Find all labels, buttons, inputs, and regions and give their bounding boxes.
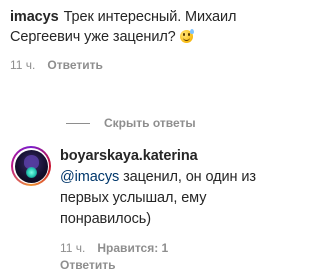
hide-replies-button[interactable]: Скрыть ответы bbox=[10, 116, 196, 130]
divider-line bbox=[66, 122, 90, 124]
reply: boyarskaya.katerina @imacys заценил, он … bbox=[11, 146, 256, 274]
comment-time: 11 ч. bbox=[10, 58, 36, 72]
comment-username[interactable]: imacys bbox=[10, 9, 59, 25]
comment-body: imacys Трек интересный. Михаил Сергеевич … bbox=[10, 7, 256, 47]
reply-time: 11 ч. bbox=[60, 241, 86, 255]
reply-meta: 11 ч. Нравится: 1 Ответить bbox=[60, 240, 256, 274]
comment: imacys Трек интересный. Михаил Сергеевич … bbox=[10, 0, 256, 72]
reply-reply-button[interactable]: Ответить bbox=[60, 258, 115, 272]
avatar-story-ring[interactable] bbox=[11, 146, 51, 186]
reply-username[interactable]: boyarskaya.katerina bbox=[60, 148, 198, 164]
reply-likes-button[interactable]: Нравится: 1 bbox=[97, 241, 168, 255]
reply-body: boyarskaya.katerina @imacys заценил, он … bbox=[60, 146, 256, 230]
reply-mention-link[interactable]: @imacys bbox=[60, 169, 119, 185]
grinning-sweat-emoji-icon bbox=[179, 29, 194, 43]
comment-reply-button[interactable]: Ответить bbox=[47, 58, 102, 72]
hide-replies-label: Скрыть ответы bbox=[104, 116, 196, 130]
avatar bbox=[14, 149, 48, 183]
comment-meta: 11 ч. Ответить bbox=[10, 58, 256, 72]
